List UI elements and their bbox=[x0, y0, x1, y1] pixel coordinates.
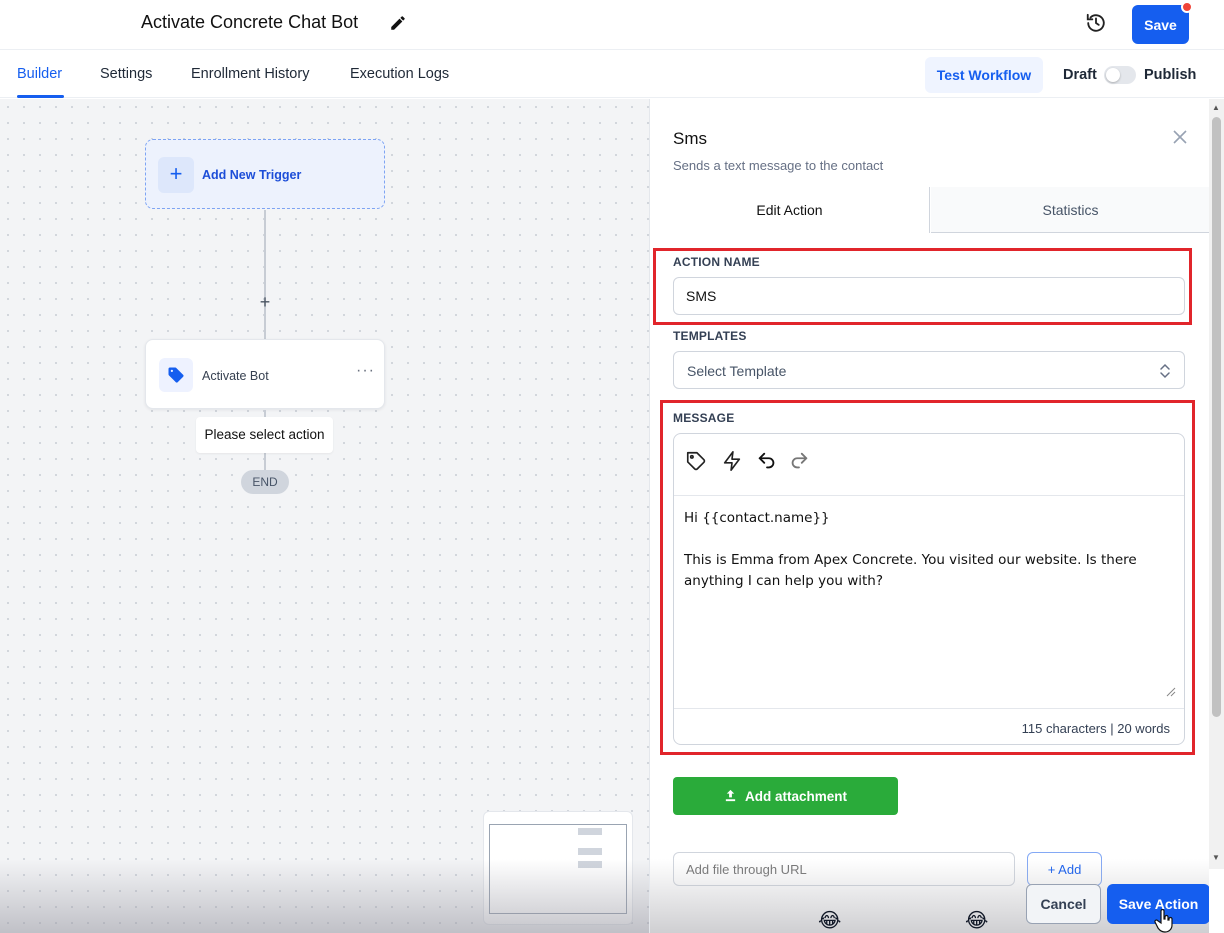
message-line: Hi {{contact.name}} bbox=[684, 510, 830, 526]
tab-edit-action[interactable]: Edit Action bbox=[650, 187, 930, 233]
panel-subtitle: Sends a text message to the contact bbox=[673, 158, 884, 173]
hand-cursor-icon bbox=[1154, 908, 1174, 933]
upload-icon bbox=[725, 789, 736, 801]
test-workflow-button[interactable]: Test Workflow bbox=[925, 57, 1043, 93]
lightning-icon[interactable] bbox=[721, 450, 743, 472]
add-trigger-label: Add New Trigger bbox=[202, 168, 302, 182]
workflow-tabs: Builder Settings Enrollment History Exec… bbox=[0, 51, 1224, 98]
message-editor: Hi {{contact.name}} This is Emma from Ap… bbox=[673, 433, 1185, 745]
template-select[interactable]: Select Template bbox=[673, 351, 1185, 389]
editor-toolbar bbox=[674, 434, 1184, 496]
workflow-title: Activate Concrete Chat Bot bbox=[141, 12, 359, 32]
more-horizontal-icon[interactable]: ··· bbox=[356, 362, 375, 380]
scroll-up-arrow-icon[interactable]: ▲ bbox=[1212, 103, 1220, 112]
tab-execution-logs[interactable]: Execution Logs bbox=[350, 66, 449, 82]
history-icon[interactable] bbox=[1085, 12, 1107, 34]
publish-toggle[interactable] bbox=[1104, 66, 1136, 84]
plus-icon: + bbox=[158, 157, 194, 193]
message-blank-line bbox=[684, 529, 1176, 550]
video-overlay-shade bbox=[0, 859, 649, 933]
panel-title: Sms bbox=[673, 129, 707, 148]
laughing-emoji-icon: 😂 bbox=[818, 910, 842, 932]
tab-enrollment-history[interactable]: Enrollment History bbox=[191, 66, 309, 82]
action-node-activate-bot[interactable]: Activate Bot ··· bbox=[145, 339, 385, 409]
add-trigger-node[interactable]: + Add New Trigger bbox=[145, 139, 385, 209]
action-name-label: ACTION NAME bbox=[673, 255, 760, 269]
chevron-up-down-icon bbox=[1158, 362, 1172, 385]
active-tab-indicator bbox=[17, 95, 64, 98]
publish-label: Publish bbox=[1144, 67, 1197, 83]
tag-icon[interactable] bbox=[685, 450, 707, 472]
save-button[interactable]: Save bbox=[1132, 5, 1189, 44]
draft-label: Draft bbox=[1063, 67, 1097, 83]
top-header: Activate Concrete Chat Bot Save bbox=[0, 0, 1224, 50]
resize-handle-icon[interactable] bbox=[1164, 684, 1176, 697]
notification-dot bbox=[1181, 1, 1193, 13]
pencil-icon[interactable] bbox=[389, 14, 407, 32]
panel-scrollbar[interactable]: ▲ ▼ bbox=[1209, 99, 1224, 869]
redo-icon[interactable] bbox=[788, 450, 810, 472]
end-node: END bbox=[241, 470, 289, 494]
tab-builder[interactable]: Builder bbox=[17, 66, 62, 82]
character-word-counter: 115 characters | 20 words bbox=[1021, 721, 1170, 736]
undo-icon[interactable] bbox=[756, 450, 778, 472]
select-action-hint: Please select action bbox=[196, 417, 333, 453]
tag-icon bbox=[159, 358, 193, 392]
minimap-node bbox=[578, 848, 602, 855]
templates-label: TEMPLATES bbox=[673, 329, 747, 343]
add-attachment-label: Add attachment bbox=[744, 788, 847, 804]
connector-line bbox=[264, 210, 266, 339]
tab-settings[interactable]: Settings bbox=[100, 66, 152, 82]
action-edit-panel: Sms Sends a text message to the contact … bbox=[649, 99, 1209, 933]
action-node-label: Activate Bot bbox=[202, 369, 269, 383]
tab-statistics[interactable]: Statistics bbox=[931, 187, 1209, 233]
add-attachment-button[interactable]: Add attachment bbox=[673, 777, 898, 815]
workflow-canvas[interactable]: + Add New Trigger + Activate Bot ··· Ple… bbox=[0, 99, 649, 933]
message-text-area[interactable]: Hi {{contact.name}} This is Emma from Ap… bbox=[684, 508, 1176, 592]
template-select-value: Select Template bbox=[687, 363, 787, 379]
add-step-plus-icon[interactable]: + bbox=[255, 292, 275, 312]
scroll-thumb[interactable] bbox=[1212, 117, 1221, 717]
editor-footer: 115 characters | 20 words bbox=[674, 708, 1184, 744]
action-name-input[interactable] bbox=[673, 277, 1185, 315]
cancel-button[interactable]: Cancel bbox=[1026, 884, 1101, 924]
minimap-node bbox=[578, 828, 602, 835]
close-icon[interactable] bbox=[1172, 129, 1188, 145]
laughing-emoji-icon: 😂 bbox=[965, 910, 989, 932]
message-line: This is Emma from Apex Concrete. You vis… bbox=[684, 552, 1137, 589]
message-label: MESSAGE bbox=[673, 411, 735, 425]
scroll-down-arrow-icon[interactable]: ▼ bbox=[1212, 853, 1220, 862]
